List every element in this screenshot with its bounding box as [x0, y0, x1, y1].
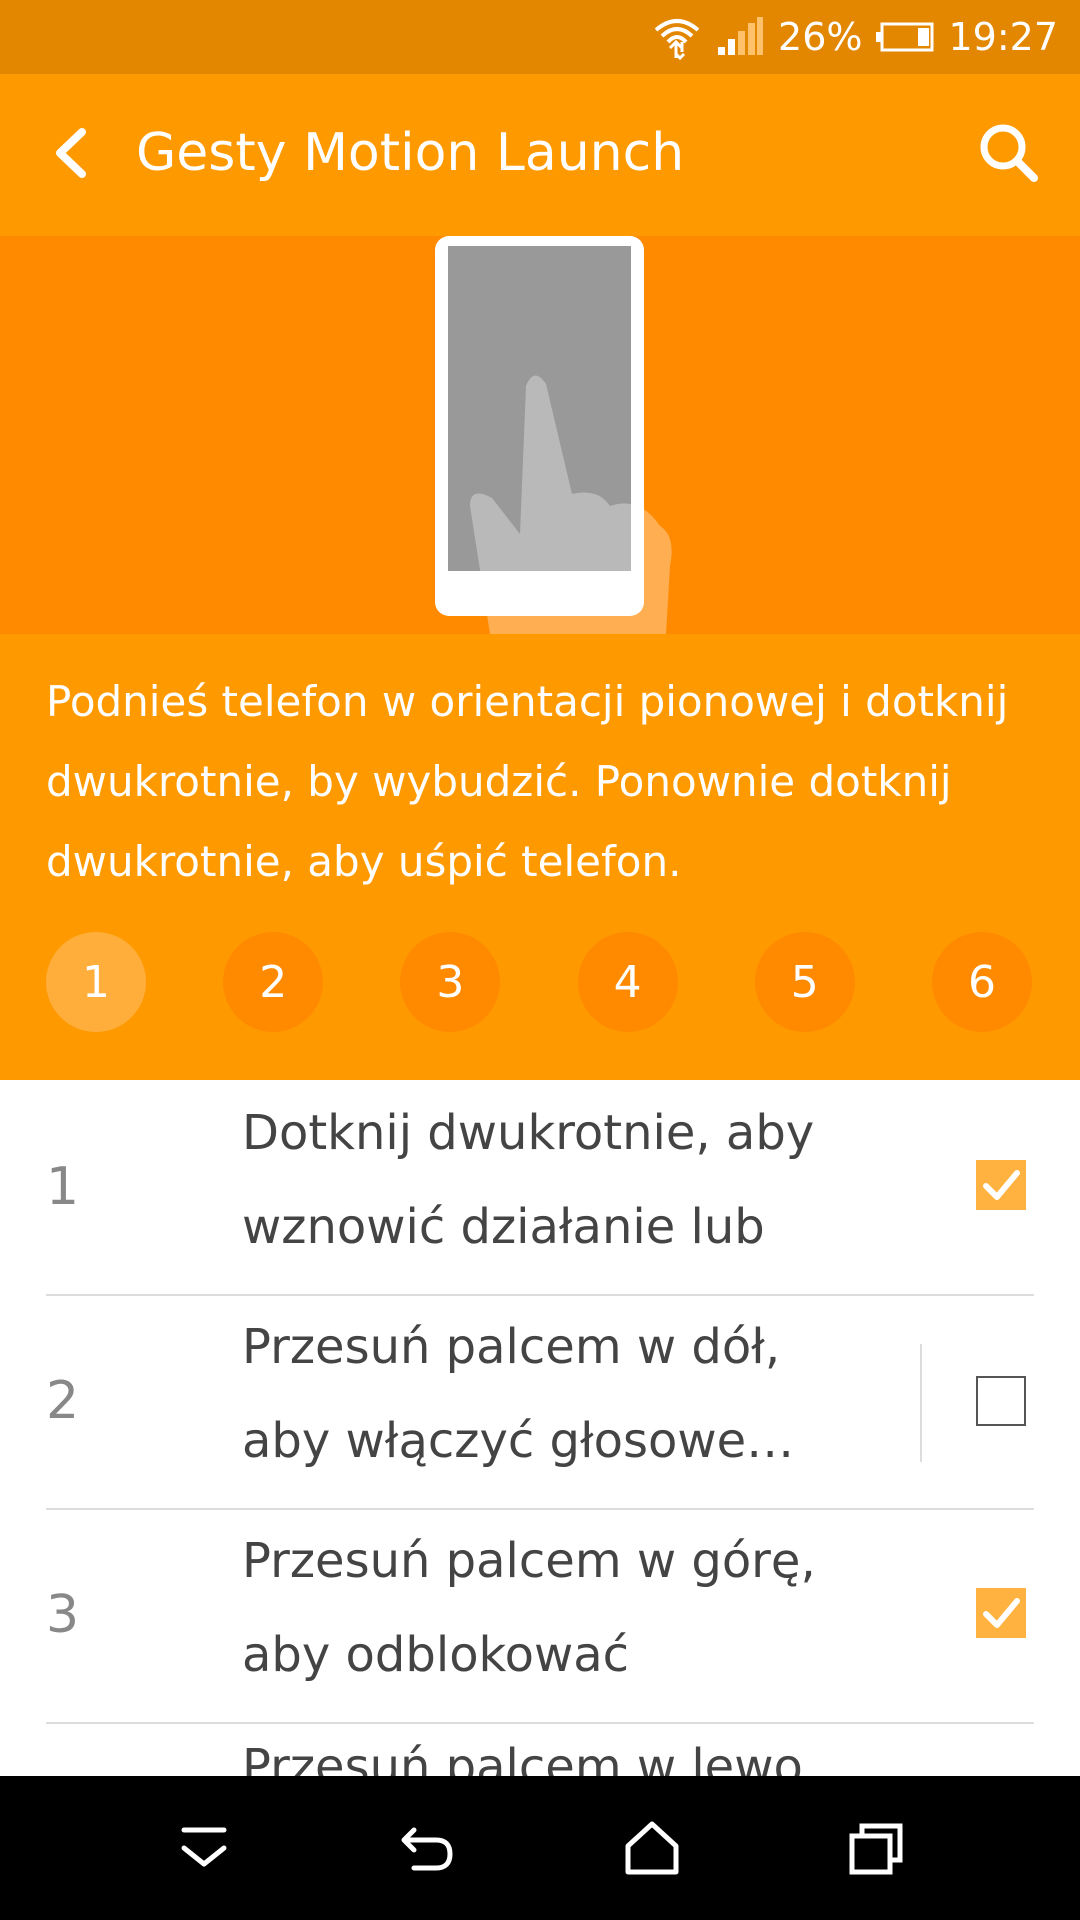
- gesture-illustration: [0, 236, 1080, 634]
- gesture-number: 1: [46, 1157, 80, 1217]
- recents-icon[interactable]: [836, 1808, 916, 1888]
- wifi-icon: [654, 19, 700, 60]
- list-item[interactable]: 3 Przesuń palcem w górę, aby odblokować: [46, 1508, 1034, 1724]
- gesture-checkbox[interactable]: [976, 1376, 1026, 1426]
- back-icon[interactable]: [388, 1808, 468, 1888]
- home-icon[interactable]: [612, 1808, 692, 1888]
- gesture-description-panel: Podnieś telefon w orientacji pionowej i …: [0, 634, 1080, 1080]
- gesture-label-line: aby włączyć głosowe…: [242, 1413, 795, 1469]
- gesture-checkbox[interactable]: [976, 1160, 1026, 1210]
- gesture-label-line: Przesuń palcem w górę,: [242, 1533, 816, 1589]
- gesture-label-line: wznowić działanie lub: [242, 1199, 765, 1255]
- step-1-button[interactable]: 1: [46, 932, 146, 1032]
- app-bar: Gesty Motion Launch: [0, 74, 1080, 236]
- list-item[interactable]: 2 Przesuń palcem w dół, aby włączyć głos…: [46, 1294, 1034, 1510]
- gesture-label-line: Dotknij dwukrotnie, aby: [242, 1105, 815, 1161]
- gesture-label: Przesuń palcem w górę, aby odblokować: [242, 1514, 842, 1702]
- list-item[interactable]: 1 Dotknij dwukrotnie, aby wznowić działa…: [46, 1080, 1034, 1296]
- gesture-label-line: Przesuń palcem w dół,: [242, 1319, 781, 1375]
- clock: 19:27: [948, 15, 1058, 59]
- system-nav-bar: [0, 1776, 1080, 1920]
- phone-double-tap-illustration: [435, 236, 672, 634]
- step-6-button[interactable]: 6: [931, 932, 1032, 1032]
- gesture-label-line: Przesuń palcem w lewo: [242, 1739, 803, 1776]
- back-arrow-icon[interactable]: [40, 118, 110, 188]
- step-3-button[interactable]: 3: [400, 932, 501, 1032]
- battery-percent: 26%: [778, 15, 863, 59]
- list-item[interactable]: Przesuń palcem w lewo: [46, 1722, 1034, 1776]
- gesture-label: Przesuń palcem w dół, aby włączyć głosow…: [242, 1300, 842, 1488]
- vertical-divider: [920, 1344, 922, 1462]
- gesture-label-line: aby odblokować: [242, 1627, 630, 1683]
- status-bar: 26% 19:27: [0, 0, 1080, 74]
- search-icon[interactable]: [974, 118, 1044, 188]
- gesture-list: 1 Dotknij dwukrotnie, aby wznowić działa…: [0, 1080, 1080, 1776]
- checkmark-icon: [983, 1170, 1020, 1200]
- gesture-number: 3: [46, 1585, 80, 1645]
- gesture-label: Przesuń palcem w lewo: [242, 1720, 842, 1776]
- checkmark-icon: [983, 1598, 1020, 1628]
- step-4-button[interactable]: 4: [577, 932, 678, 1032]
- signal-icon: [718, 17, 764, 55]
- gesture-checkbox[interactable]: [976, 1588, 1026, 1638]
- page-title: Gesty Motion Launch: [136, 123, 685, 183]
- gesture-number: 2: [46, 1371, 80, 1431]
- battery-icon: [876, 22, 934, 52]
- step-selector: 1 2 3 4 5 6: [46, 932, 1032, 1032]
- hide-nav-icon[interactable]: [164, 1808, 244, 1888]
- step-2-button[interactable]: 2: [223, 932, 324, 1032]
- gesture-label: Dotknij dwukrotnie, aby wznowić działani…: [242, 1086, 842, 1274]
- step-5-button[interactable]: 5: [754, 932, 855, 1032]
- gesture-description: Podnieś telefon w orientacji pionowej i …: [46, 677, 1009, 886]
